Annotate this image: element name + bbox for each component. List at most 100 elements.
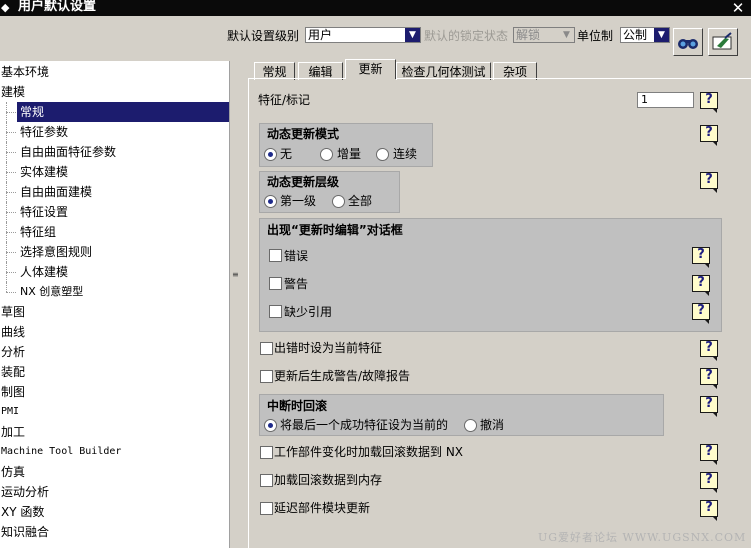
radio-none[interactable]: [264, 148, 277, 161]
radio-incremental[interactable]: [320, 148, 333, 161]
tree-item-sketch[interactable]: 草图: [0, 302, 229, 322]
manage-icon: [712, 32, 732, 50]
checkbox-generate-report[interactable]: [260, 370, 273, 383]
help-icon[interactable]: ?: [700, 125, 720, 146]
chevron-down-icon[interactable]: ▼: [654, 28, 669, 42]
radio-all-label: 全部: [348, 194, 373, 208]
close-icon[interactable]: ✕: [730, 0, 746, 16]
interrupt-rollback-title: 中断时回滚: [267, 399, 328, 413]
tree-item-feature-group[interactable]: 特征组: [0, 222, 229, 242]
window-title: 用户默认设置: [18, 0, 97, 14]
checkbox-error-set-current[interactable]: [260, 342, 273, 355]
checkbox-missing-reference-label: 缺少引用: [284, 305, 333, 319]
help-icon[interactable]: ?: [700, 368, 720, 389]
category-tree[interactable]: 基本环境 建模 常规 特征参数 自由曲面特征参数 实体建模 自由曲面建模 特征设…: [0, 61, 229, 548]
checkbox-error-set-current-label: 出错时设为当前特征: [274, 341, 383, 355]
edit-during-update-title: 出现“更新时编辑”对话框: [267, 223, 403, 237]
help-icon[interactable]: ?: [692, 247, 712, 268]
tree-item-xy-function[interactable]: XY 函数: [0, 502, 229, 522]
radio-undo-label: 撤消: [480, 418, 505, 432]
help-icon[interactable]: ?: [700, 444, 720, 465]
window-menu-icon[interactable]: ◆: [1, 1, 11, 14]
checkbox-error-label: 错误: [284, 249, 309, 263]
tree-item-motion[interactable]: 运动分析: [0, 482, 229, 502]
checkbox-delay-update[interactable]: [260, 502, 273, 515]
tree-item-drafting[interactable]: 制图: [0, 382, 229, 402]
chevron-down-icon: ▼: [559, 28, 574, 42]
tree-item-general[interactable]: 常规: [0, 102, 229, 122]
tab-update[interactable]: 更新: [345, 59, 396, 79]
find-default-button[interactable]: [673, 28, 703, 56]
help-icon[interactable]: ?: [692, 275, 712, 296]
lock-select: 解锁 ▼: [513, 27, 575, 43]
title-bar: ◆ 用户默认设置 ✕: [0, 0, 751, 16]
edit-during-update-group: 出现“更新时编辑”对话框 错误 ? 警告 ? 缺少引用 ?: [259, 218, 722, 332]
radio-all[interactable]: [332, 195, 345, 208]
dynamic-update-level-group: 动态更新层级 第一级 全部: [259, 171, 400, 213]
radio-continuous-label: 连续: [393, 147, 418, 161]
help-icon[interactable]: ?: [700, 92, 720, 113]
watermark: UG爱好者论坛 WWW.UGSNX.COM: [538, 531, 747, 544]
grip-icon: ≡: [232, 270, 239, 279]
radio-continuous[interactable]: [376, 148, 389, 161]
help-icon[interactable]: ?: [700, 472, 720, 493]
tree-item-manufacturing[interactable]: 加工: [0, 422, 229, 442]
tree-item-machine-tool-builder[interactable]: Machine Tool Builder: [0, 442, 229, 462]
tree-item-analysis[interactable]: 分析: [0, 342, 229, 362]
dynamic-update-mode-group: 动态更新模式 无 增量 连续: [259, 123, 433, 167]
tree-item-knowledge-fusion[interactable]: 知识融合: [0, 522, 229, 542]
unit-label: 单位制: [577, 29, 614, 43]
help-icon[interactable]: ?: [700, 340, 720, 361]
radio-incremental-label: 增量: [337, 147, 362, 161]
checkbox-warning[interactable]: [269, 277, 282, 290]
lock-label: 默认的锁定状态: [424, 29, 509, 43]
level-value: 用户: [308, 28, 333, 42]
tree-item-simulation[interactable]: 仿真: [0, 462, 229, 482]
tree-item-freeform-modeling[interactable]: 自由曲面建模: [0, 182, 229, 202]
checkbox-delay-update-label: 延迟部件模块更新: [274, 501, 371, 515]
tree-item-assembly[interactable]: 装配: [0, 362, 229, 382]
radio-none-label: 无: [280, 147, 293, 161]
dynamic-update-level-title: 动态更新层级: [267, 175, 340, 189]
help-icon[interactable]: ?: [700, 500, 720, 521]
checkbox-generate-report-label: 更新后生成警告/故障报告: [274, 369, 411, 383]
tree-item-modeling[interactable]: 建模: [0, 82, 229, 102]
tree-item-basic-env[interactable]: 基本环境: [0, 62, 229, 82]
checkbox-missing-reference[interactable]: [269, 305, 282, 318]
level-select[interactable]: 用户 ▼: [305, 27, 421, 43]
unit-select[interactable]: 公制 ▼: [620, 27, 670, 43]
tree-item-human-modeling[interactable]: 人体建模: [0, 262, 229, 282]
checkbox-load-rollback-label: 工作部件变化时加载回滚数据到 NX: [274, 445, 464, 459]
tree-item-solid-modeling[interactable]: 实体建模: [0, 162, 229, 182]
level-label: 默认设置级别: [227, 29, 300, 43]
binoculars-icon: [678, 39, 698, 49]
checkbox-load-memory-label: 加载回滚数据到内存: [274, 473, 383, 487]
help-icon[interactable]: ?: [692, 303, 712, 324]
chevron-down-icon[interactable]: ▼: [405, 28, 420, 42]
checkbox-error[interactable]: [269, 249, 282, 262]
tree-item-freeform-feature-params[interactable]: 自由曲面特征参数: [0, 142, 229, 162]
radio-first-level-label: 第一级: [280, 194, 317, 208]
checkbox-load-memory[interactable]: [260, 474, 273, 487]
tree-item-feature-params[interactable]: 特征参数: [0, 122, 229, 142]
unit-value: 公制: [623, 28, 648, 42]
help-icon[interactable]: ?: [700, 172, 720, 193]
lock-value: 解锁: [516, 28, 541, 42]
feature-mark-input[interactable]: 1: [637, 92, 694, 108]
feature-mark-value: 1: [641, 93, 648, 106]
help-icon[interactable]: ?: [700, 396, 720, 417]
splitter-handle[interactable]: ≡: [229, 61, 244, 548]
tree-item-nx-realize-shape[interactable]: NX 创意塑型: [0, 282, 229, 302]
tree-item-selection-intent[interactable]: 选择意图规则: [0, 242, 229, 262]
tree-item-pmi[interactable]: PMI: [0, 402, 229, 422]
manage-button[interactable]: [708, 28, 738, 56]
radio-last-success[interactable]: [264, 419, 277, 432]
tree-item-feature-settings[interactable]: 特征设置: [0, 202, 229, 222]
checkbox-warning-label: 警告: [284, 277, 309, 291]
interrupt-rollback-group: 中断时回滚 将最后一个成功特征设为当前的 撤消: [259, 394, 664, 436]
checkbox-load-rollback[interactable]: [260, 446, 273, 459]
radio-undo[interactable]: [464, 419, 477, 432]
tree-item-curve[interactable]: 曲线: [0, 322, 229, 342]
radio-first-level[interactable]: [264, 195, 277, 208]
dynamic-update-mode-title: 动态更新模式: [267, 127, 340, 141]
